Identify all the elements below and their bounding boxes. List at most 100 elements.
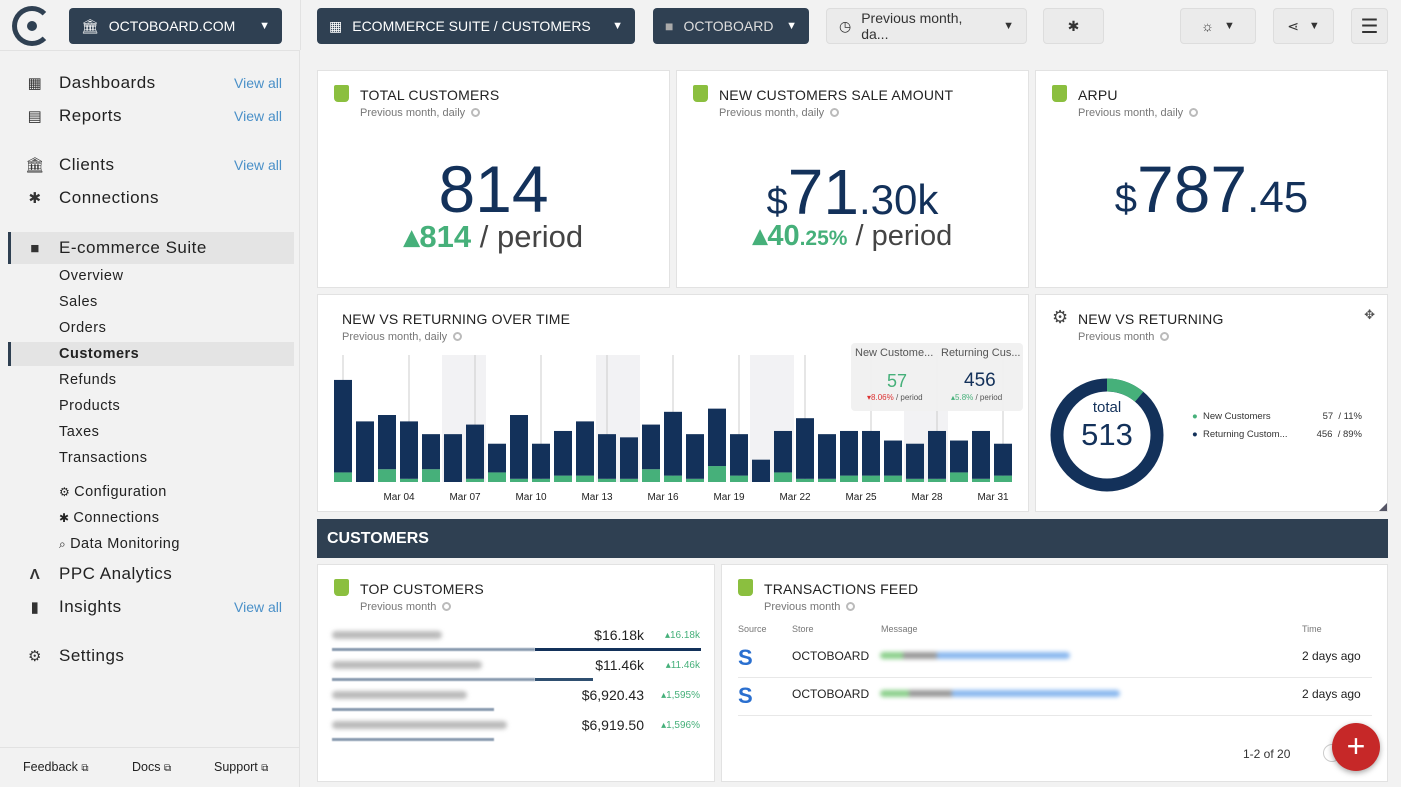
suite-item-overview[interactable]: Overview xyxy=(59,268,123,284)
suite-item-transactions[interactable]: Transactions xyxy=(59,450,147,466)
theme-button[interactable]: ☼ ▼ xyxy=(1180,8,1256,44)
share-button[interactable]: ⋖ ▼ xyxy=(1273,8,1334,44)
bar-returning-customers[interactable] xyxy=(730,434,748,476)
bar-returning-customers[interactable] xyxy=(400,421,418,479)
bar-new-customers[interactable] xyxy=(510,478,528,482)
bar-returning-customers[interactable] xyxy=(532,443,550,479)
bar-returning-customers[interactable] xyxy=(928,430,946,479)
support-link[interactable]: Support ⧉ xyxy=(214,760,268,774)
docs-link[interactable]: Docs ⧉ xyxy=(132,760,171,774)
sidebar-item-connections[interactable]: ✱ Connections xyxy=(0,182,300,214)
bar-returning-customers[interactable] xyxy=(972,430,990,479)
bar-new-customers[interactable] xyxy=(334,472,352,482)
suite-item-products[interactable]: Products xyxy=(59,398,120,414)
bar-returning-customers[interactable] xyxy=(356,421,374,482)
bar-new-customers[interactable] xyxy=(708,466,726,482)
bar-new-customers[interactable] xyxy=(906,478,924,482)
org-dropdown[interactable]: 🏛 OCTOBOARD.COM ▼ xyxy=(69,8,282,44)
bar-returning-customers[interactable] xyxy=(488,443,506,473)
bar-new-customers[interactable] xyxy=(730,475,748,482)
gear-icon[interactable]: ⚙ xyxy=(1052,307,1068,328)
bar-new-customers[interactable] xyxy=(862,475,880,482)
bar-new-customers[interactable] xyxy=(466,478,484,482)
suite-tool-data-monitoring[interactable]: ⌕ Data Monitoring xyxy=(59,536,180,552)
sidebar-item-reports[interactable]: ▤ Reports View all xyxy=(0,100,300,132)
connections-button[interactable]: ✱ xyxy=(1043,8,1104,44)
bar-returning-customers[interactable] xyxy=(994,443,1012,476)
suite-tool-configuration[interactable]: ⚙ Configuration xyxy=(59,484,167,500)
suite-item-customers[interactable]: Customers xyxy=(59,346,139,362)
bar-returning-customers[interactable] xyxy=(686,434,704,479)
bar-new-customers[interactable] xyxy=(620,478,638,482)
store-dropdown[interactable]: ■ OCTOBOARD ▼ xyxy=(653,8,809,44)
bar-returning-customers[interactable] xyxy=(378,415,396,470)
bar-new-customers[interactable] xyxy=(818,478,836,482)
sidebar-item-insights[interactable]: ▮ Insights View all xyxy=(0,591,300,623)
bar-returning-customers[interactable] xyxy=(510,415,528,479)
sidebar-item-ecommerce-suite[interactable]: ■ E-commerce Suite xyxy=(0,232,300,264)
bar-new-customers[interactable] xyxy=(422,469,440,482)
add-fab-button[interactable]: + xyxy=(1332,723,1380,771)
bar-new-customers[interactable] xyxy=(488,472,506,482)
bar-new-customers[interactable] xyxy=(532,478,550,482)
bar-new-customers[interactable] xyxy=(378,469,396,482)
suite-item-taxes[interactable]: Taxes xyxy=(59,424,99,440)
bar-returning-customers[interactable] xyxy=(664,411,682,476)
bar-returning-customers[interactable] xyxy=(466,424,484,479)
sidebar-item-ppc-analytics[interactable]: Λ PPC Analytics xyxy=(0,558,300,590)
bar-new-customers[interactable] xyxy=(796,478,814,482)
new-vs-returning-over-time: NEW VS RETURNING OVER TIME Previous mont… xyxy=(317,294,1029,512)
bar-new-customers[interactable] xyxy=(774,472,792,482)
bar-new-customers[interactable] xyxy=(598,478,616,482)
bar-new-customers[interactable] xyxy=(928,478,946,482)
suite-item-sales[interactable]: Sales xyxy=(59,294,98,310)
view-all-link[interactable]: View all xyxy=(234,75,282,91)
bar-new-customers[interactable] xyxy=(400,478,418,482)
bar-returning-customers[interactable] xyxy=(774,430,792,473)
suite-tool-connections[interactable]: ✱ Connections xyxy=(59,510,160,526)
bar-new-customers[interactable] xyxy=(554,475,572,482)
bar-new-customers[interactable] xyxy=(576,475,594,482)
bar-returning-customers[interactable] xyxy=(906,443,924,479)
bar-returning-customers[interactable] xyxy=(576,421,594,476)
bar-returning-customers[interactable] xyxy=(796,418,814,479)
suite-item-orders[interactable]: Orders xyxy=(59,320,106,336)
bar-returning-customers[interactable] xyxy=(862,430,880,476)
bar-returning-customers[interactable] xyxy=(620,437,638,479)
bar-returning-customers[interactable] xyxy=(884,440,902,476)
bar-new-customers[interactable] xyxy=(884,475,902,482)
bar-new-customers[interactable] xyxy=(642,469,660,482)
resize-handle[interactable] xyxy=(1379,503,1387,511)
view-all-link[interactable]: View all xyxy=(234,599,282,615)
bar-returning-customers[interactable] xyxy=(752,459,770,482)
period-dropdown[interactable]: ◷ Previous month, da... ▼ xyxy=(826,8,1027,44)
move-icon[interactable]: ✥ xyxy=(1364,307,1375,323)
bar-returning-customers[interactable] xyxy=(950,440,968,473)
bar-returning-customers[interactable] xyxy=(422,434,440,470)
bar-returning-customers[interactable] xyxy=(642,424,660,470)
bar-new-customers[interactable] xyxy=(840,475,858,482)
bar-returning-customers[interactable] xyxy=(840,430,858,476)
bar-new-customers[interactable] xyxy=(664,475,682,482)
bar-returning-customers[interactable] xyxy=(818,434,836,479)
bar-returning-customers[interactable] xyxy=(444,434,462,482)
bar-returning-customers[interactable] xyxy=(334,379,352,473)
bar-new-customers[interactable] xyxy=(994,475,1012,482)
clock-icon: ◷ xyxy=(839,17,852,34)
menu-button[interactable]: ☰ xyxy=(1351,8,1388,44)
bar-new-customers[interactable] xyxy=(950,472,968,482)
bar-returning-customers[interactable] xyxy=(554,430,572,476)
view-all-link[interactable]: View all xyxy=(234,108,282,124)
feedback-link[interactable]: Feedback ⧉ xyxy=(23,760,89,774)
sidebar-item-clients[interactable]: 🏛 Clients View all xyxy=(0,149,300,181)
sidebar-item-settings[interactable]: ⚙ Settings xyxy=(0,640,300,672)
bar-new-customers[interactable] xyxy=(972,478,990,482)
bar-returning-customers[interactable] xyxy=(708,408,726,467)
dashboard-dropdown[interactable]: ▦ ECOMMERCE SUITE / CUSTOMERS ▼ xyxy=(317,8,635,44)
suite-item-refunds[interactable]: Refunds xyxy=(59,372,117,388)
logo[interactable] xyxy=(12,6,52,46)
view-all-link[interactable]: View all xyxy=(234,157,282,173)
bar-returning-customers[interactable] xyxy=(598,434,616,479)
sidebar-item-dashboards[interactable]: ▦ Dashboards View all xyxy=(0,67,300,99)
bar-new-customers[interactable] xyxy=(686,478,704,482)
